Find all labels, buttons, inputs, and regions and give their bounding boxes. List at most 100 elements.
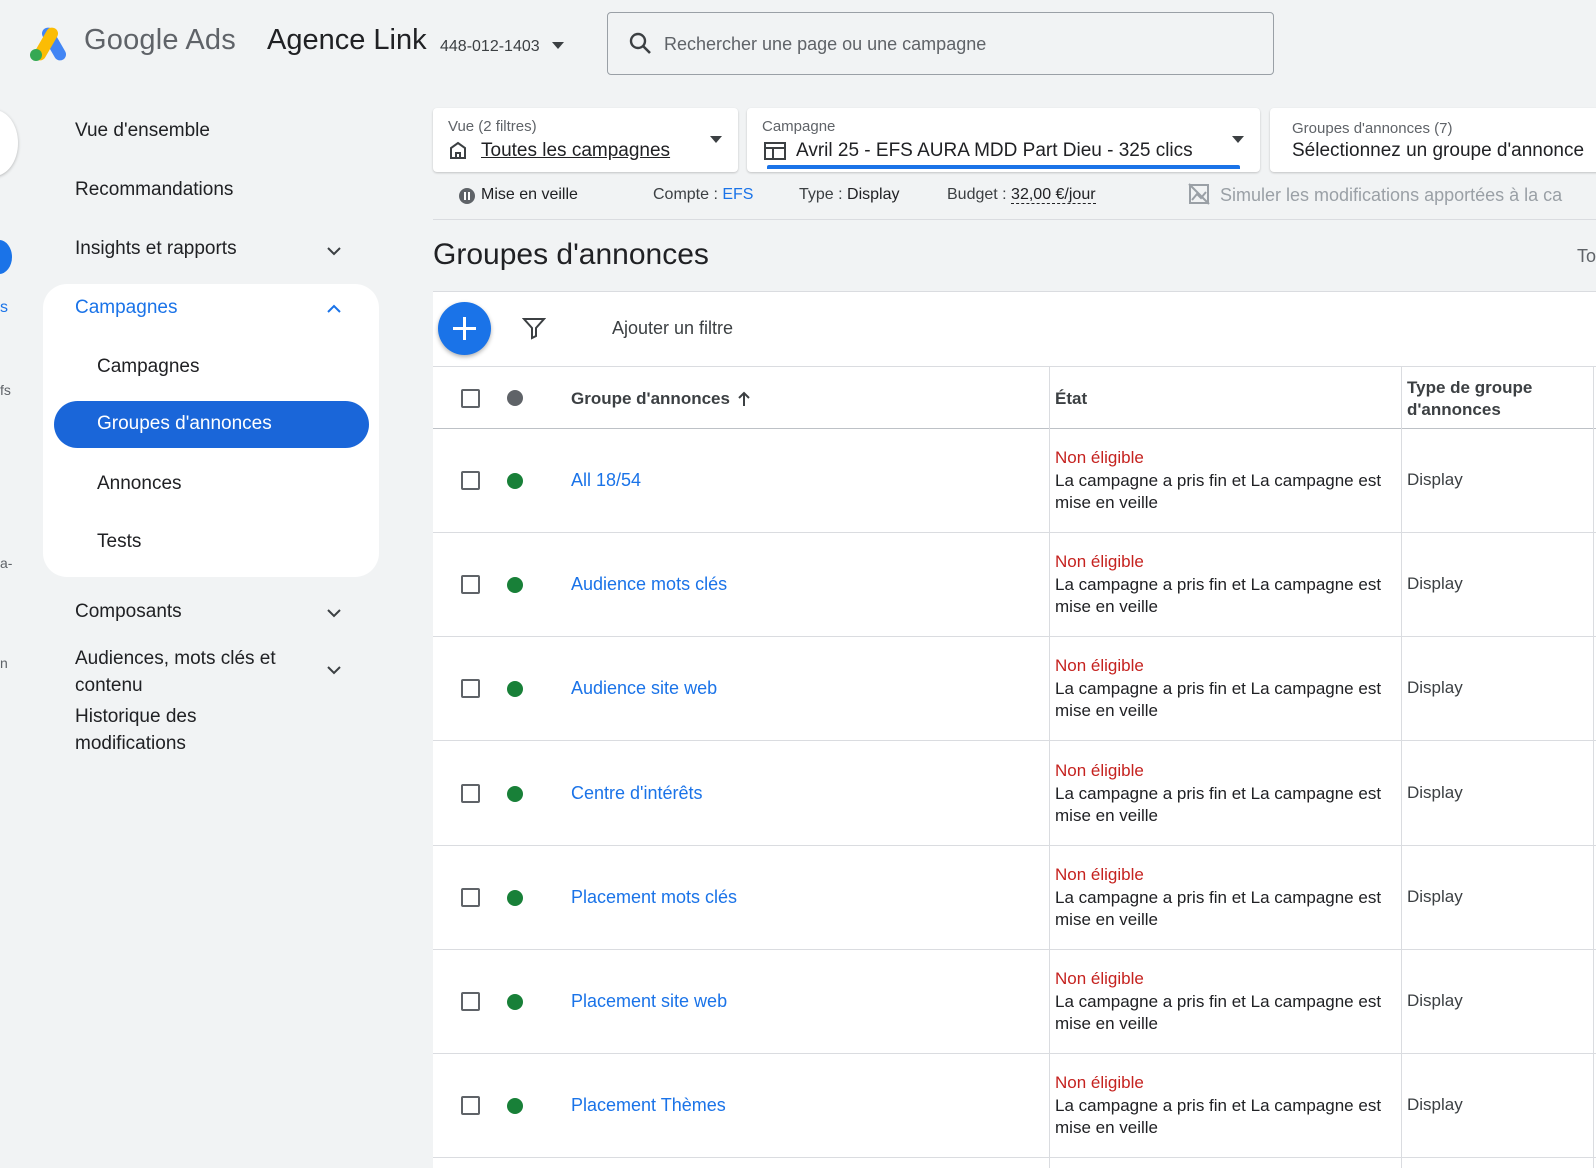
ad-group-name-link[interactable]: Audience mots clés <box>571 574 727 595</box>
table-row[interactable]: Centre d'intérêts Non éligible La campagne… <box>433 742 1596 846</box>
rail-label[interactable]: s <box>0 299 8 317</box>
rail-label[interactable]: n <box>0 655 8 671</box>
ad-group-type: Display <box>1407 783 1463 802</box>
ad-group-name-link[interactable]: Placement mots clés <box>571 887 737 908</box>
row-checkbox[interactable] <box>461 784 480 803</box>
campaign-selector-value: Avril 25 - EFS AURA MDD Part Dieu - 325 … <box>796 140 1193 161</box>
campaign-selector-label: Campagne <box>762 118 836 135</box>
table-row[interactable]: All 18/54 Non éligible La campagne a pris … <box>433 429 1596 533</box>
table-row[interactable]: Audience site web Non éligible La campagne… <box>433 637 1596 741</box>
status-label: Non éligible <box>1055 552 1144 571</box>
sidebar-item-overview[interactable]: Vue d'ensemble <box>75 120 210 142</box>
budget-value[interactable]: 32,00 €/jour <box>1011 186 1096 204</box>
sidebar-item-insights[interactable]: Insights et rapports <box>75 238 237 260</box>
ad-group-selector[interactable]: Groupes d'annonces (7) Sélectionnez un g… <box>1270 108 1596 172</box>
add-ad-group-button[interactable] <box>438 302 491 355</box>
campaign-icon <box>764 142 786 160</box>
chevron-down-icon[interactable] <box>327 606 341 620</box>
sort-ascending-icon[interactable] <box>737 391 751 407</box>
header-right-fragment[interactable]: To <box>1577 246 1596 267</box>
pause-icon <box>459 188 475 204</box>
rail-label[interactable]: fs <box>0 382 11 398</box>
row-checkbox[interactable] <box>461 888 480 907</box>
ad-group-name-link[interactable]: Placement site web <box>571 991 727 1012</box>
table-row[interactable]: Audience mots clés Non éligible La campagn… <box>433 533 1596 637</box>
status-detail: La campagne a pris fin et La campagne es… <box>1055 992 1382 1033</box>
chevron-down-icon[interactable] <box>327 663 341 677</box>
column-header-ad-group[interactable]: Groupe d'annonces <box>571 389 730 409</box>
enabled-status-icon[interactable] <box>507 890 523 906</box>
ad-group-type: Display <box>1407 574 1463 593</box>
sidebar-item-audiences[interactable]: Audiences, mots clés et contenu <box>75 645 305 699</box>
chevron-down-icon[interactable] <box>327 244 341 258</box>
enabled-status-icon[interactable] <box>507 681 523 697</box>
row-checkbox[interactable] <box>461 992 480 1011</box>
caret-down-icon <box>710 136 722 143</box>
type-label: Type : <box>799 186 848 203</box>
campaign-selector-active-indicator <box>767 165 1240 169</box>
table-header: Groupe d'annonces État Type de groupe d'… <box>433 366 1596 429</box>
status-label: Non éligible <box>1055 969 1144 988</box>
sidebar-item-tests[interactable]: Tests <box>97 531 141 553</box>
status-detail: La campagne a pris fin et La campagne es… <box>1055 784 1382 825</box>
search-input[interactable] <box>664 27 1244 61</box>
rail-label[interactable]: a- <box>0 555 12 571</box>
enabled-status-icon[interactable] <box>507 473 523 489</box>
row-checkbox[interactable] <box>461 471 480 490</box>
ad-group-selector-label: Groupes d'annonces (7) <box>1292 120 1453 137</box>
sidebar-item-recommendations[interactable]: Recommandations <box>75 179 233 201</box>
status-label: Non éligible <box>1055 1073 1144 1092</box>
ad-group-name-link[interactable]: All 18/54 <box>571 470 641 491</box>
status-detail: La campagne a pris fin et La campagne es… <box>1055 888 1382 929</box>
search-box[interactable] <box>607 12 1274 75</box>
page-title: Groupes d'annonces <box>433 238 709 271</box>
row-checkbox[interactable] <box>461 1096 480 1115</box>
account-id[interactable]: 448-012-1403 <box>440 38 540 56</box>
enabled-status-icon[interactable] <box>507 994 523 1010</box>
product-name: Google Ads <box>84 24 236 56</box>
campaign-budget: Budget : 32,00 €/jour <box>947 186 1096 204</box>
table-row[interactable]: Placement mots clés Non éligible La campag… <box>433 846 1596 950</box>
status-column-icon <box>507 390 523 406</box>
ad-group-name-link[interactable]: Audience site web <box>571 678 717 699</box>
campaign-selector[interactable]: Campagne Avril 25 - EFS AURA MDD Part Di… <box>747 108 1260 172</box>
table-row[interactable]: Placement Thèmes Non éligible La campagne … <box>433 1054 1596 1158</box>
add-filter-button[interactable]: Ajouter un filtre <box>612 318 733 339</box>
status-label: Non éligible <box>1055 865 1144 884</box>
view-filter-label: Vue (2 filtres) <box>448 118 537 135</box>
sidebar-item-campaigns-section[interactable]: Campagnes <box>75 297 177 319</box>
ad-group-type: Display <box>1407 887 1463 906</box>
status-detail: La campagne a pris fin et La campagne es… <box>1055 575 1382 616</box>
sidebar-item-assets[interactable]: Composants <box>75 601 182 623</box>
status-label: Non éligible <box>1055 656 1144 675</box>
rail-active-indicator[interactable] <box>0 240 12 274</box>
column-header-ad-group-type[interactable]: Type de groupe d'annonces <box>1407 377 1557 421</box>
view-filter-selector[interactable]: Vue (2 filtres) Toutes les campagnes <box>433 108 738 172</box>
filter-icon[interactable] <box>522 316 546 340</box>
account-name[interactable]: Agence Link <box>267 24 427 57</box>
sidebar-item-change-history[interactable]: Historique des modifications <box>75 703 305 757</box>
select-all-checkbox[interactable] <box>461 389 480 408</box>
sidebar-item-ad-groups[interactable]: Groupes d'annonces <box>54 401 369 448</box>
sidebar-item-campaigns[interactable]: Campagnes <box>97 356 199 378</box>
simulate-off-icon <box>1188 183 1210 205</box>
ad-group-name-link[interactable]: Centre d'intérêts <box>571 783 703 804</box>
status-detail: La campagne a pris fin et La campagne es… <box>1055 679 1382 720</box>
sidebar-item-ads[interactable]: Annonces <box>97 473 182 495</box>
account-link[interactable]: EFS <box>722 186 753 203</box>
table-row[interactable]: Placement site web Non éligible La campagn… <box>433 950 1596 1054</box>
enabled-status-icon[interactable] <box>507 786 523 802</box>
status-detail: La campagne a pris fin et La campagne es… <box>1055 471 1382 512</box>
enabled-status-icon[interactable] <box>507 577 523 593</box>
chevron-up-icon[interactable] <box>327 302 341 316</box>
caret-down-icon <box>1232 136 1244 143</box>
row-checkbox[interactable] <box>461 575 480 594</box>
account-dropdown-icon[interactable] <box>552 42 564 49</box>
status-detail: La campagne a pris fin et La campagne es… <box>1055 1096 1382 1137</box>
rail-button[interactable] <box>0 110 18 176</box>
enabled-status-icon[interactable] <box>507 1098 523 1114</box>
ad-group-name-link[interactable]: Placement Thèmes <box>571 1095 726 1116</box>
row-checkbox[interactable] <box>461 679 480 698</box>
ad-group-type: Display <box>1407 470 1463 489</box>
column-header-status[interactable]: État <box>1055 389 1087 409</box>
